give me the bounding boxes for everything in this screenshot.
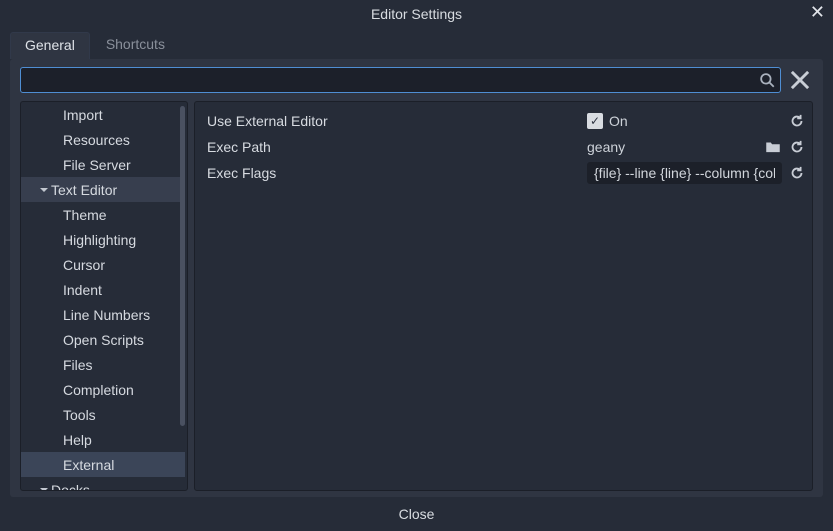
sidebar-item-label: Completion <box>63 382 134 398</box>
chevron-down-icon <box>39 182 49 198</box>
clear-search-icon[interactable] <box>787 67 813 93</box>
sidebar-item-completion[interactable]: Completion <box>21 377 185 402</box>
sidebar-item-label: Files <box>63 357 93 373</box>
window-title: Editor Settings <box>371 6 462 22</box>
tab-general[interactable]: General <box>10 32 90 59</box>
revert-icon[interactable] <box>788 112 806 130</box>
search-input[interactable] <box>25 72 758 88</box>
close-icon[interactable]: ✕ <box>810 2 825 23</box>
sidebar-item-label: Indent <box>63 282 102 298</box>
sidebar-item-label: Docks <box>51 482 90 492</box>
property-label: Exec Path <box>201 139 581 155</box>
content-area: Import Resources File Server Text Editor The… <box>10 59 823 497</box>
sidebar-item-label: Tools <box>63 407 96 423</box>
sidebar-scrollbar[interactable] <box>180 106 185 426</box>
property-panel: Use External Editor ✓ On Exec Path geany <box>194 101 813 491</box>
footer: Close <box>0 497 833 531</box>
sidebar-item-label: Help <box>63 432 92 448</box>
close-button[interactable]: Close <box>383 502 451 526</box>
search-field[interactable] <box>20 67 781 93</box>
sidebar-item-label: Highlighting <box>63 232 136 248</box>
folder-icon[interactable] <box>764 138 782 156</box>
sidebar-item-resources[interactable]: Resources <box>21 127 185 152</box>
sidebar-item-label: External <box>63 457 114 473</box>
exec-path-value[interactable]: geany <box>587 139 758 155</box>
sidebar-item-label: Theme <box>63 207 107 223</box>
sidebar-item-label: File Server <box>63 157 131 173</box>
tabs: General Shortcuts <box>0 28 833 59</box>
chevron-down-icon <box>39 482 49 492</box>
sidebar-item-tools[interactable]: Tools <box>21 402 185 427</box>
sidebar-item-label: Open Scripts <box>63 332 144 348</box>
sidebar-item-files[interactable]: Files <box>21 352 185 377</box>
tab-shortcuts[interactable]: Shortcuts <box>92 32 179 59</box>
checkbox-use-external-editor[interactable]: ✓ <box>587 113 603 129</box>
search-row <box>20 59 813 101</box>
sidebar-item-label: Cursor <box>63 257 105 273</box>
property-label: Use External Editor <box>201 113 581 129</box>
revert-icon[interactable] <box>788 164 806 182</box>
sidebar-item-highlighting[interactable]: Highlighting <box>21 227 185 252</box>
sidebar-item-file-server[interactable]: File Server <box>21 152 185 177</box>
body: Import Resources File Server Text Editor The… <box>20 101 813 491</box>
sidebar-item-line-numbers[interactable]: Line Numbers <box>21 302 185 327</box>
sidebar-item-label: Import <box>63 107 103 123</box>
sidebar-item-label: Resources <box>63 132 130 148</box>
sidebar-section-docks[interactable]: Docks <box>21 477 185 491</box>
revert-icon[interactable] <box>788 138 806 156</box>
sidebar-item-cursor[interactable]: Cursor <box>21 252 185 277</box>
sidebar: Import Resources File Server Text Editor The… <box>20 101 188 491</box>
sidebar-item-import[interactable]: Import <box>21 102 185 127</box>
sidebar-section-text-editor[interactable]: Text Editor <box>21 177 185 202</box>
property-exec-path: Exec Path geany <box>201 134 806 160</box>
exec-flags-input[interactable] <box>587 162 782 184</box>
property-label: Exec Flags <box>201 165 581 181</box>
sidebar-item-label: Line Numbers <box>63 307 150 323</box>
search-icon <box>758 71 776 89</box>
sidebar-item-theme[interactable]: Theme <box>21 202 185 227</box>
property-use-external-editor: Use External Editor ✓ On <box>201 108 806 134</box>
property-exec-flags: Exec Flags <box>201 160 806 186</box>
sidebar-item-label: Text Editor <box>51 182 117 198</box>
titlebar: Editor Settings ✕ <box>0 0 833 28</box>
sidebar-item-open-scripts[interactable]: Open Scripts <box>21 327 185 352</box>
sidebar-item-help[interactable]: Help <box>21 427 185 452</box>
sidebar-item-external[interactable]: External <box>21 452 185 477</box>
sidebar-item-indent[interactable]: Indent <box>21 277 185 302</box>
checkbox-on-text: On <box>609 113 628 129</box>
